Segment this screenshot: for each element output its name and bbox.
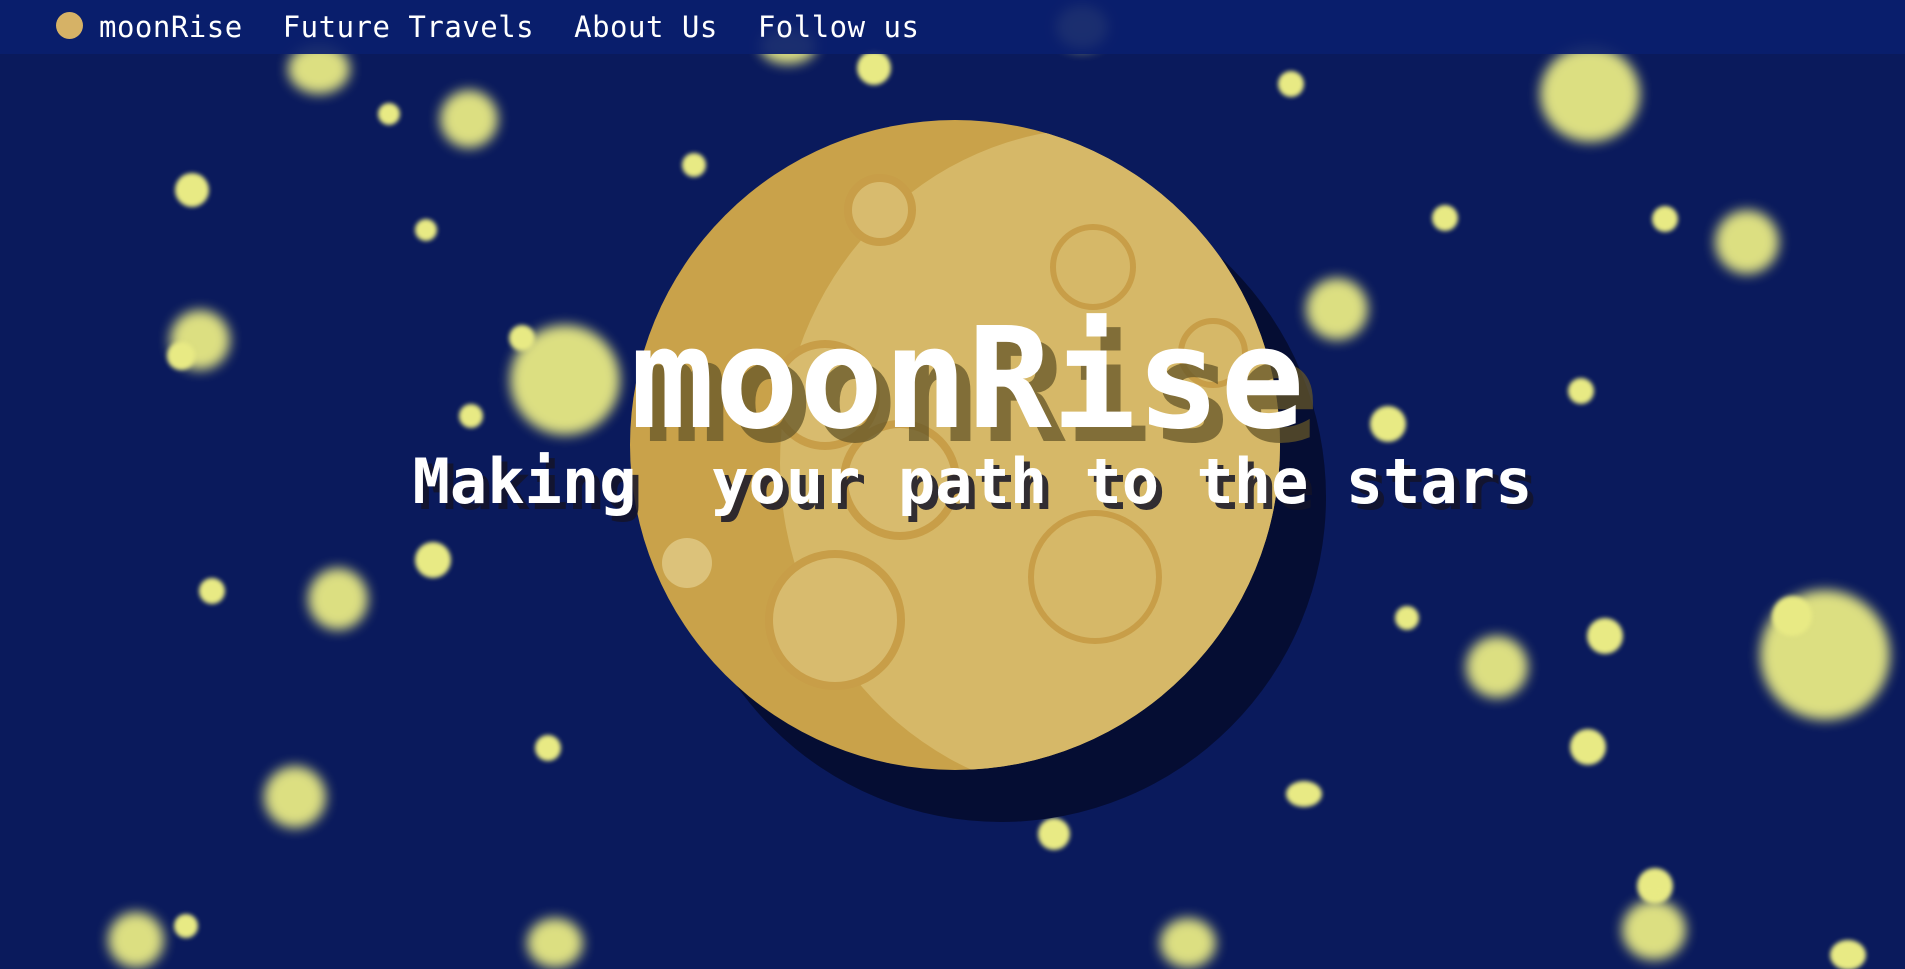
hero-subtitle: Making your path to the stars [412, 445, 1533, 518]
star [1587, 618, 1623, 654]
nav-link-home[interactable]: moonRise [99, 10, 243, 44]
page: moonRise Making your path to the stars m… [0, 0, 1905, 969]
star [1570, 729, 1606, 765]
star [440, 90, 498, 148]
star [378, 103, 400, 125]
star [199, 578, 225, 604]
star [175, 173, 209, 207]
star [1622, 900, 1686, 960]
star [1715, 210, 1779, 274]
star [1637, 868, 1673, 904]
star [264, 766, 326, 828]
moon-logo-icon[interactable] [56, 12, 83, 39]
hero-title: moonRise [630, 298, 1305, 461]
star [1432, 205, 1458, 231]
nav-link-about-us[interactable]: About Us [574, 10, 718, 44]
star [857, 51, 891, 85]
star [1395, 606, 1419, 630]
star [415, 219, 437, 241]
star [535, 735, 561, 761]
star [108, 912, 164, 968]
star [1160, 918, 1216, 968]
top-navbar: moonRise Future Travels About Us Follow … [0, 0, 1905, 54]
star [308, 568, 368, 630]
star [1038, 818, 1070, 850]
star [1278, 71, 1304, 97]
star [1540, 46, 1640, 142]
nav-link-future-travels[interactable]: Future Travels [283, 10, 534, 44]
star [1772, 596, 1812, 636]
star [1286, 781, 1322, 807]
moon-crater [844, 174, 916, 246]
star [1466, 636, 1528, 698]
star [174, 914, 198, 938]
moon-crater [1028, 510, 1162, 644]
star [527, 918, 583, 968]
star [1830, 940, 1866, 969]
nav-link-follow-us[interactable]: Follow us [758, 10, 920, 44]
star [415, 542, 451, 578]
moon-crater [662, 538, 712, 588]
moon-crater [765, 550, 905, 690]
star [1652, 206, 1678, 232]
